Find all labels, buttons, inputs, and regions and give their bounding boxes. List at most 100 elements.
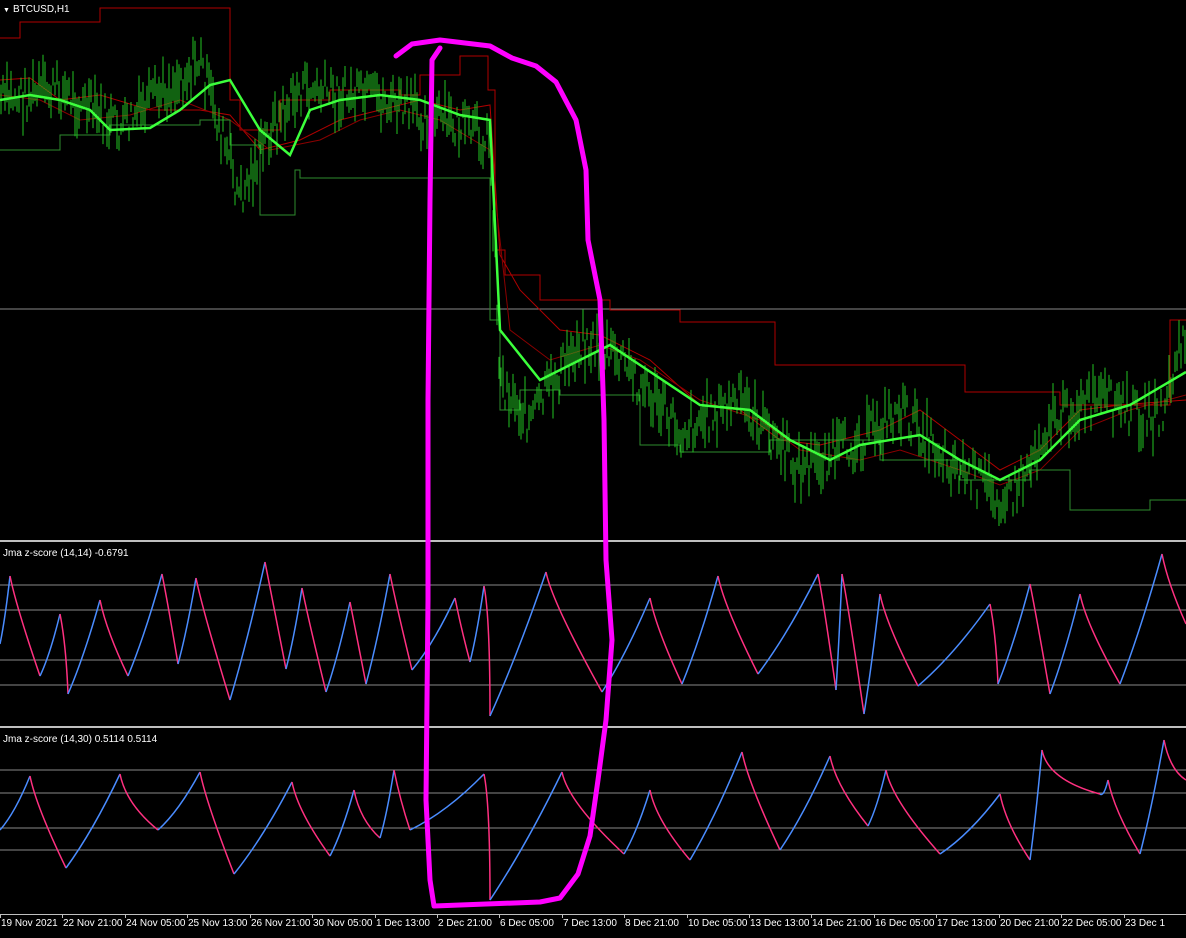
osc-falling-segment — [264, 561, 287, 670]
osc-falling-segment — [349, 601, 367, 685]
time-tick-label: 25 Nov 13:00 — [188, 918, 248, 929]
osc-falling-segment — [195, 577, 231, 701]
time-tick-label: 20 Dec 21:00 — [1000, 918, 1060, 929]
osc-rising-segment — [835, 573, 843, 691]
time-tick-label: 22 Nov 21:00 — [63, 918, 123, 929]
osc-falling-segment — [829, 755, 869, 827]
time-tick-label: 24 Nov 05:00 — [126, 918, 186, 929]
time-axis[interactable]: 19 Nov 2021 22 Nov 21:00 24 Nov 05:00 25 No… — [0, 914, 1186, 938]
osc-falling-segment — [119, 773, 159, 831]
time-tick-label: 6 Dec 05:00 — [500, 918, 554, 929]
osc-falling-segment — [817, 573, 837, 691]
main-price-pane[interactable]: ▼ BTCUSD,H1 — [0, 0, 1186, 540]
osc-falling-segment — [717, 575, 759, 675]
osc-falling-segment — [301, 587, 327, 693]
osc-rising-segment — [39, 613, 61, 677]
triangle-down-icon[interactable]: ▼ — [3, 7, 10, 14]
osc-falling-segment — [1107, 779, 1141, 855]
osc-rising-segment — [67, 599, 101, 695]
osc-rising-segment — [939, 793, 1001, 855]
oscillator-pane-2[interactable]: Jma z-score (14,30) 0.5114 0.5114 — [0, 730, 1186, 914]
oscillator-chart-1 — [0, 553, 1186, 717]
time-tick-label: 30 Nov 05:00 — [313, 918, 373, 929]
time-tick-label: 16 Dec 05:00 — [875, 918, 935, 929]
indicator-label-2[interactable]: Jma z-score (14,30) 0.5114 0.5114 — [3, 735, 157, 745]
price-chart — [0, 7, 1186, 526]
osc-rising-segment — [1029, 749, 1043, 861]
chart-window[interactable]: ▼ BTCUSD,H1 Jma z-score (14,14) -0.6791 J… — [0, 0, 1186, 938]
osc-falling-segment — [561, 771, 625, 855]
time-tick-label: 8 Dec 21:00 — [625, 918, 679, 929]
osc-falling-segment — [99, 599, 129, 677]
time-tick-label: 1 Dec 13:00 — [376, 918, 430, 929]
osc-rising-segment — [65, 773, 121, 869]
osc-falling-segment — [741, 751, 781, 851]
osc-rising-segment — [365, 573, 391, 685]
osc2-lines — [0, 739, 1186, 901]
oscillator-pane-1[interactable]: Jma z-score (14,14) -0.6791 — [0, 544, 1186, 726]
time-tick-label: 23 Dec 1 — [1125, 918, 1166, 929]
osc-rising-segment — [867, 769, 887, 827]
osc-rising-segment — [601, 597, 651, 693]
osc1-lines — [0, 553, 1186, 717]
pane-separator[interactable] — [0, 540, 1186, 542]
time-tick-label: 2 Dec 21:00 — [438, 918, 492, 929]
osc-rising-segment — [127, 573, 163, 677]
jma-line — [0, 78, 1186, 482]
time-tick-label: 22 Dec 05:00 — [1062, 918, 1122, 929]
osc-rising-segment — [469, 585, 485, 663]
osc-rising-segment — [285, 587, 303, 670]
osc-rising-segment — [325, 601, 351, 693]
osc-rising-segment — [1139, 739, 1165, 855]
time-tick-label: 7 Dec 13:00 — [563, 918, 617, 929]
osc-rising-segment — [689, 751, 743, 861]
osc-rising-segment — [177, 577, 197, 665]
osc-falling-segment — [841, 573, 865, 715]
osc-falling-segment — [483, 585, 491, 717]
osc-rising-segment — [997, 583, 1031, 685]
channel-mid-line — [0, 77, 1186, 471]
osc-falling-segment — [353, 789, 381, 839]
osc-falling-segment — [29, 775, 67, 869]
osc-rising-segment — [681, 575, 719, 685]
osc-falling-segment — [879, 593, 919, 687]
osc-falling-segment — [989, 603, 999, 685]
osc-falling-segment — [393, 769, 411, 831]
channel-upper-line — [0, 7, 1186, 406]
osc-rising-segment — [863, 593, 881, 715]
oscillator-chart-2 — [0, 739, 1186, 901]
time-tick-label: 26 Nov 21:00 — [251, 918, 311, 929]
osc-falling-segment — [1161, 553, 1186, 625]
osc-rising-segment — [623, 789, 651, 855]
time-tick-label: 17 Dec 13:00 — [937, 918, 997, 929]
osc-rising-segment — [1099, 779, 1109, 796]
indicator-label-1[interactable]: Jma z-score (14,14) -0.6791 — [3, 549, 129, 559]
channel-lower-line — [0, 119, 1186, 511]
osc-rising-segment — [157, 771, 201, 831]
osc-falling-segment — [454, 597, 471, 663]
time-tick-label: 14 Dec 21:00 — [812, 918, 872, 929]
osc-rising-segment — [917, 603, 991, 687]
symbol-text: BTCUSD,H1 — [12, 4, 70, 15]
osc-falling-segment — [1029, 583, 1051, 695]
symbol-label[interactable]: ▼ BTCUSD,H1 — [3, 5, 70, 16]
osc-rising-segment — [489, 771, 563, 901]
osc-rising-segment — [409, 773, 485, 831]
osc-falling-segment — [389, 573, 413, 671]
osc-rising-segment — [757, 573, 819, 675]
time-tick-label: 19 Nov 2021 — [1, 918, 58, 929]
osc-falling-segment — [9, 575, 41, 677]
osc-rising-segment — [411, 597, 456, 671]
time-tick-label: 13 Dec 13:00 — [750, 918, 810, 929]
osc-rising-segment — [229, 561, 266, 701]
osc-rising-segment — [1119, 553, 1163, 685]
osc-falling-segment — [545, 571, 603, 693]
osc-falling-segment — [199, 771, 235, 875]
osc-rising-segment — [329, 789, 355, 857]
pane-separator[interactable] — [0, 726, 1186, 728]
osc-falling-segment — [1163, 739, 1186, 781]
osc-rising-segment — [489, 571, 547, 717]
trail-line — [0, 94, 1186, 486]
osc-falling-segment — [1041, 749, 1101, 795]
time-tick-label: 10 Dec 05:00 — [688, 918, 748, 929]
